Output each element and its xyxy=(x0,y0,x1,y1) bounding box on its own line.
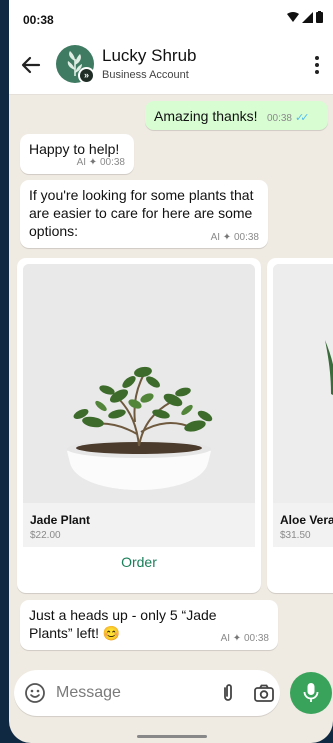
ai-label: AI xyxy=(220,633,231,644)
mic-button[interactable] xyxy=(290,672,332,714)
status-time: 00:38 xyxy=(23,13,54,27)
read-ticks-icon: ✓✓ xyxy=(294,112,310,124)
signal-icon xyxy=(302,11,313,23)
camera-icon[interactable] xyxy=(253,682,275,704)
product-name: Jade Plant xyxy=(30,513,91,527)
message-time: 00:38 xyxy=(233,232,259,243)
order-button[interactable]: Order xyxy=(17,554,261,570)
product-info: Aloe Vera $31.50 xyxy=(273,503,333,547)
product-card-aloe[interactable]: Aloe Vera $31.50 xyxy=(267,258,333,593)
ai-sparkle-icon: ✦ xyxy=(222,232,232,243)
battery-icon xyxy=(316,11,323,23)
message-outgoing[interactable]: Amazing thanks! 00:38 ✓✓ xyxy=(145,101,328,130)
system-icons xyxy=(287,11,323,23)
back-arrow-icon[interactable] xyxy=(19,53,43,77)
chat-header: » Lucky Shrub Business Account xyxy=(9,36,333,95)
ai-label: AI xyxy=(76,157,87,168)
product-price: $22.00 xyxy=(30,530,61,541)
aloe-plant-illustration xyxy=(273,264,333,503)
attach-icon[interactable] xyxy=(217,682,239,704)
product-name: Aloe Vera xyxy=(280,513,333,527)
status-bar: 00:38 xyxy=(9,0,333,36)
message-text: Just a heads up - only 5 “Jade Plants” l… xyxy=(29,607,217,641)
contact-subtitle: Business Account xyxy=(102,69,189,81)
contact-name[interactable]: Lucky Shrub xyxy=(102,46,197,66)
product-card-jade[interactable]: Jade Plant $22.00 Order xyxy=(17,258,261,593)
chat-screen: 00:38 » Lucky Shrub Business Account Ama… xyxy=(9,0,333,743)
message-incoming[interactable]: If you're looking for some plants that a… xyxy=(20,180,268,248)
message-input[interactable]: Message xyxy=(56,684,121,702)
message-composer: Message xyxy=(14,670,280,716)
message-text: Amazing thanks! xyxy=(154,108,258,124)
ai-sparkle-icon: ✦ xyxy=(232,633,242,644)
message-incoming[interactable]: Just a heads up - only 5 “Jade Plants” l… xyxy=(20,600,278,650)
jade-plant-illustration xyxy=(23,264,255,503)
gesture-nav-bar[interactable] xyxy=(137,735,207,738)
wifi-icon xyxy=(287,11,299,22)
business-badge-icon: » xyxy=(80,69,93,82)
message-time: 00:38 xyxy=(243,633,269,644)
product-image xyxy=(273,264,333,503)
message-time: 00:38 xyxy=(99,157,125,168)
message-incoming[interactable]: Happy to help! AI ✦ 00:38 xyxy=(20,134,134,174)
business-badge: » xyxy=(78,67,95,84)
message-time: 00:38 xyxy=(266,113,292,124)
product-price: $31.50 xyxy=(280,530,311,541)
message-text: Happy to help! xyxy=(29,141,120,157)
more-options-icon[interactable] xyxy=(310,54,324,76)
emoji-icon[interactable] xyxy=(24,682,46,704)
product-info: Jade Plant $22.00 xyxy=(23,503,255,547)
product-image xyxy=(23,264,255,503)
ai-sparkle-icon: ✦ xyxy=(88,157,98,168)
ai-label: AI xyxy=(210,232,221,243)
mic-icon xyxy=(303,683,319,702)
